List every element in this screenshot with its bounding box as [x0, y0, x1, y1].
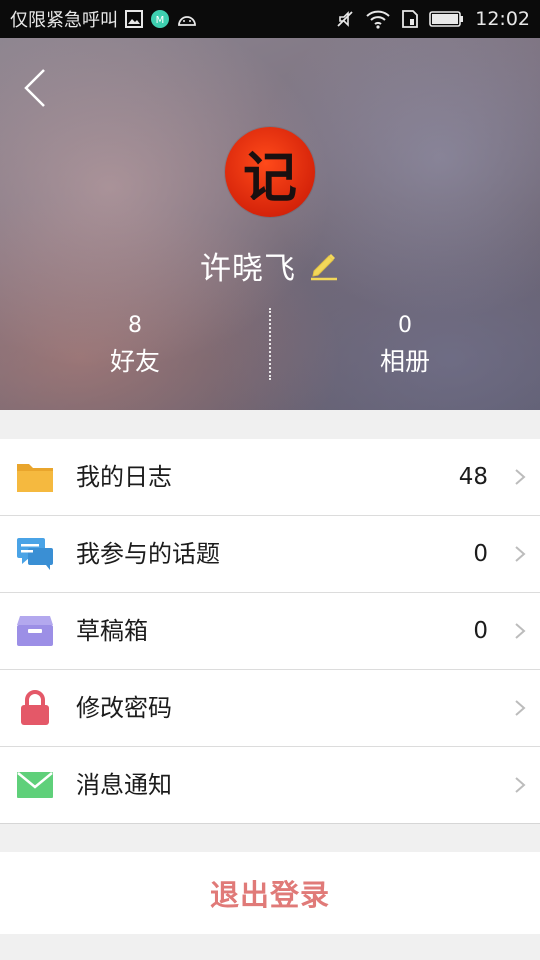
- chevron-right-icon: [515, 546, 526, 562]
- chevron-right-icon: [515, 700, 526, 716]
- lock-icon: [21, 690, 49, 725]
- image-icon: [124, 9, 144, 29]
- menu-item-count: 48: [458, 464, 488, 490]
- menu-item-change-password[interactable]: 修改密码: [0, 670, 540, 747]
- chevron-right-icon: [515, 777, 526, 793]
- albums-label: 相册: [379, 347, 430, 376]
- menu-item-label: 我的日志: [76, 463, 172, 491]
- menu-item-drafts[interactable]: 草稿箱 0: [0, 593, 540, 670]
- menu-item-label: 修改密码: [76, 694, 172, 722]
- user-name: 许晓飞: [200, 250, 296, 287]
- clock: 12:02: [475, 8, 530, 30]
- carrier-text: 仅限紧急呼叫: [10, 10, 118, 31]
- name-row: 许晓飞: [0, 240, 540, 290]
- menu-item-count: 0: [473, 541, 488, 567]
- menu-item-my-journal[interactable]: 我的日志 48: [0, 439, 540, 516]
- friends-label: 好友: [109, 347, 160, 376]
- sim-icon: [401, 9, 419, 29]
- profile-header: 记 许晓飞 8 好友 0 相册: [0, 38, 540, 410]
- chevron-right-icon: [515, 469, 526, 485]
- app-notification-icon: M: [150, 9, 170, 29]
- menu-item-count: 0: [473, 618, 488, 644]
- logout-button[interactable]: 退出登录: [0, 852, 540, 934]
- menu-item-label: 草稿箱: [76, 617, 148, 645]
- svg-text:M: M: [156, 15, 165, 26]
- stats-divider: [269, 308, 271, 380]
- avatar-character: 记: [243, 144, 297, 209]
- friends-stat[interactable]: 8 好友: [0, 308, 270, 388]
- folder-icon: [17, 464, 53, 492]
- albums-count: 0: [398, 313, 412, 338]
- menu-item-my-topics[interactable]: 我参与的话题 0: [0, 516, 540, 593]
- wifi-icon: [365, 9, 391, 29]
- status-bar: 仅限紧急呼叫 M 12:02: [0, 0, 540, 38]
- chevron-right-icon: [515, 623, 526, 639]
- menu-item-label: 我参与的话题: [76, 540, 220, 568]
- edit-name-button[interactable]: [308, 249, 340, 281]
- pencil-icon: [311, 254, 337, 281]
- menu-list: 我的日志 48 我参与的话题 0 草稿箱 0 修改密码 消息通知: [0, 439, 540, 824]
- menu-item-notifications[interactable]: 消息通知: [0, 747, 540, 824]
- albums-stat[interactable]: 0 相册: [270, 308, 540, 388]
- inbox-tray-icon: [17, 616, 53, 646]
- avatar[interactable]: 记: [225, 127, 315, 217]
- logout-label: 退出登录: [209, 878, 330, 912]
- chat-bubbles-icon: [17, 538, 53, 570]
- envelope-icon: [17, 772, 53, 798]
- mute-icon: [335, 9, 355, 29]
- battery-icon: [429, 10, 465, 28]
- back-button[interactable]: [20, 68, 50, 108]
- chevron-left-icon: [24, 69, 45, 107]
- android-icon: [176, 11, 198, 27]
- friends-count: 8: [128, 313, 142, 338]
- menu-item-label: 消息通知: [76, 771, 172, 799]
